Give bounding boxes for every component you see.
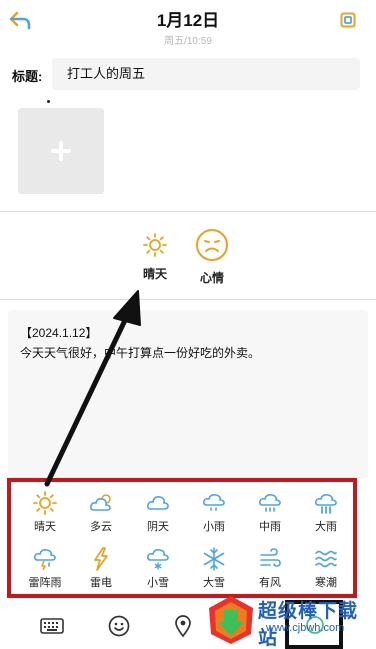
light-snow-icon (147, 549, 169, 570)
cursor-dot (47, 100, 50, 103)
moderate-rain-icon (259, 494, 281, 512)
weather-selector-label: 晴天 (142, 267, 167, 281)
weather-option-label: 雷阵雨 (28, 577, 62, 589)
heavy-snow-icon (203, 547, 225, 571)
weather-options-panel: 晴天 多云 阴天 小雨 中雨 大雨 雷阵雨 雷电 小雪 大雪 有风 寒潮 (7, 478, 357, 598)
weather-selector[interactable]: 晴天 (135, 232, 175, 282)
weather-option-label: 小雨 (203, 521, 225, 533)
weather-option-heavy-snow[interactable]: 大雪 (189, 546, 239, 590)
weather-option-windy[interactable]: 有风 (245, 546, 295, 590)
sun-icon (33, 491, 57, 515)
diary-editor[interactable]: 【2024.1.12】 今天天气很好，中午打算点一份好吃的外卖。 (8, 310, 368, 478)
watermark: 超级棒下载站 www.cjbwh.com (206, 592, 376, 649)
weather-option-label: 雷电 (90, 577, 112, 589)
divider (0, 211, 376, 212)
weather-option-cold-wave[interactable]: 寒潮 (301, 546, 351, 590)
weather-option-heavy-rain[interactable]: 大雨 (301, 490, 351, 534)
editor-body-text: 今天天气很好，中午打算点一份好吃的外卖。 (20, 346, 261, 360)
watermark-logo-icon (209, 596, 253, 644)
cold-wave-icon (315, 550, 337, 568)
add-photo-button[interactable] (18, 108, 104, 194)
weather-option-partly-cloudy[interactable]: 多云 (76, 490, 126, 534)
weather-option-label: 阴天 (147, 521, 169, 533)
mood-selector[interactable]: 心情 (192, 228, 232, 286)
wind-icon (260, 548, 281, 567)
heavy-rain-icon (315, 494, 337, 514)
lightning-icon (94, 547, 108, 571)
weather-option-moderate-rain[interactable]: 中雨 (245, 490, 295, 534)
weather-option-overcast[interactable]: 阴天 (133, 490, 183, 534)
weather-option-label: 大雪 (203, 577, 225, 589)
weather-option-label: 大雨 (315, 521, 337, 533)
light-rain-icon (203, 494, 225, 511)
save-icon[interactable] (340, 12, 356, 28)
weather-option-label: 有风 (259, 577, 281, 589)
weather-option-label: 中雨 (259, 521, 281, 533)
weather-option-light-rain[interactable]: 小雨 (189, 490, 239, 534)
sad-face-icon (196, 229, 228, 261)
watermark-url: www.cjbwh.com (266, 622, 345, 634)
header: 1月12日 周五/10:59 (0, 0, 376, 50)
emoji-icon[interactable] (108, 615, 130, 642)
page-title: 1月12日 (156, 11, 220, 30)
title-label: 标题: (12, 69, 43, 84)
weather-option-label: 晴天 (34, 521, 56, 533)
cloud-icon (147, 496, 169, 510)
weather-option-sunny[interactable]: 晴天 (20, 490, 70, 534)
weather-option-thunder-shower[interactable]: 雷阵雨 (20, 546, 70, 590)
weather-option-lightning[interactable]: 雷电 (76, 546, 126, 590)
keyboard-icon[interactable] (40, 618, 64, 639)
weather-option-label: 多云 (90, 521, 112, 533)
weather-option-label: 寒潮 (315, 577, 337, 589)
sun-icon (143, 233, 167, 257)
title-row: 标题: 打工人的周五 (0, 58, 376, 90)
weather-option-label: 小雪 (147, 577, 169, 589)
partly-cloudy-icon (90, 494, 111, 511)
mood-selector-label: 心情 (199, 271, 224, 285)
divider (0, 299, 376, 300)
weather-option-light-snow[interactable]: 小雪 (133, 546, 183, 590)
location-icon[interactable] (174, 614, 192, 643)
date-time-subtitle: 周五/10:59 (164, 36, 212, 47)
editor-date-line: 【2024.1.12】 (20, 326, 98, 340)
thunder-shower-icon (34, 549, 56, 571)
title-input[interactable]: 打工人的周五 (52, 58, 360, 90)
